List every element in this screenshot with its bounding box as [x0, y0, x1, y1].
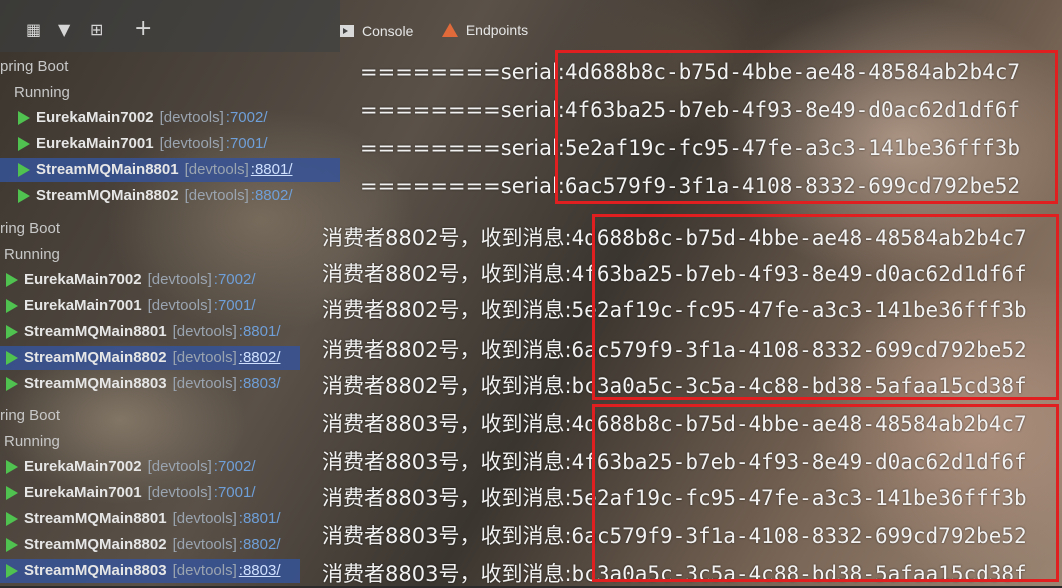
run-icon: [18, 111, 30, 126]
run-icon: [6, 351, 18, 366]
tree-item[interactable]: EurekaMain7001 [devtools]:7001/: [6, 481, 300, 505]
highlight-box: [555, 50, 1058, 204]
tree-item[interactable]: StreamMQMain8801 [devtools]:8801/: [6, 507, 300, 531]
tab-endpoints-label: Endpoints: [465, 22, 529, 38]
layout-icon[interactable]: ▦: [26, 20, 41, 39]
tree-item[interactable]: EurekaMain7002 [devtools]:7002/: [6, 455, 300, 479]
tree-running-label[interactable]: Running: [4, 433, 60, 450]
tab-console-label: Console: [362, 23, 414, 39]
tree-running-label[interactable]: Running: [4, 246, 60, 263]
run-icon: [18, 163, 30, 178]
run-toolbar: ▦ ▼ ⊞ +: [0, 0, 340, 52]
tree-item[interactable]: StreamMQMain8801 [devtools]:8801/: [6, 320, 300, 344]
run-icon: [6, 486, 18, 501]
run-icon: [6, 564, 18, 579]
add-config-icon[interactable]: ⊞: [90, 20, 103, 39]
console-icon: [340, 25, 354, 37]
plus-icon[interactable]: +: [134, 16, 152, 41]
tree-item[interactable]: EurekaMain7002 [devtools]:7002/: [18, 106, 340, 130]
run-icon: [6, 325, 18, 340]
tree-item[interactable]: EurekaMain7002 [devtools]:7002/: [6, 268, 300, 292]
tree-item[interactable]: StreamMQMain8802 [devtools]:8802/: [18, 184, 340, 208]
tree-item[interactable]: EurekaMain7001 [devtools]:7001/: [6, 294, 300, 318]
tree-item-selected[interactable]: StreamMQMain8801 [devtools]:8801/: [0, 158, 340, 182]
endpoints-icon: [441, 23, 458, 37]
tree-item[interactable]: EurekaMain7001 [devtools]:7001/: [18, 132, 340, 156]
highlight-box: [592, 404, 1059, 582]
tree-group-label[interactable]: pring Boot: [0, 58, 68, 75]
run-icon: [6, 538, 18, 553]
tree-item-selected[interactable]: StreamMQMain8803 [devtools]:8803/: [0, 559, 300, 583]
run-icon: [6, 512, 18, 527]
run-icon: [18, 137, 30, 152]
tab-console[interactable]: Console: [340, 23, 413, 39]
tree-item[interactable]: StreamMQMain8803 [devtools]:8803/: [6, 372, 300, 396]
tree-group-label[interactable]: ring Boot: [0, 220, 60, 237]
console-tabs: Console Endpoints: [340, 22, 552, 48]
filter-icon[interactable]: ▼: [58, 20, 70, 39]
tab-endpoints[interactable]: Endpoints: [441, 22, 529, 38]
run-icon: [18, 189, 30, 204]
tree-running-label[interactable]: Running: [14, 84, 70, 101]
run-icon: [6, 273, 18, 288]
run-icon: [6, 377, 18, 392]
tree-item-selected[interactable]: StreamMQMain8802 [devtools]:8802/: [0, 346, 300, 370]
run-icon: [6, 299, 18, 314]
run-icon: [6, 460, 18, 475]
highlight-box: [592, 214, 1059, 400]
tree-group-label[interactable]: ring Boot: [0, 407, 60, 424]
tree-item[interactable]: StreamMQMain8802 [devtools]:8802/: [6, 533, 300, 557]
